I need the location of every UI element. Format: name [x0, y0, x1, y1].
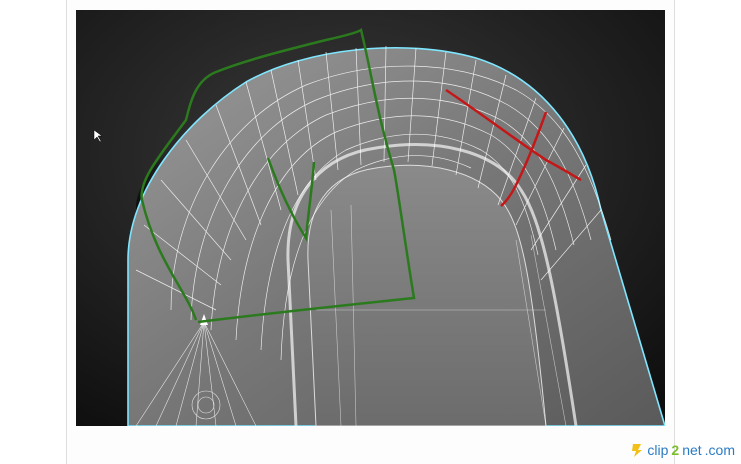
watermark-suffix: net	[682, 442, 702, 458]
right-margin	[675, 0, 741, 464]
watermark-prefix: clip	[647, 442, 669, 458]
clip2net-watermark: clip 2 net .com	[630, 440, 735, 460]
3d-viewport-screenshot	[76, 10, 665, 426]
clip2net-logo-icon	[632, 444, 643, 457]
left-margin	[0, 0, 66, 464]
watermark-digit: 2	[671, 442, 680, 458]
wireframe-model-render	[76, 10, 665, 426]
watermark-tld: .com	[704, 442, 735, 458]
